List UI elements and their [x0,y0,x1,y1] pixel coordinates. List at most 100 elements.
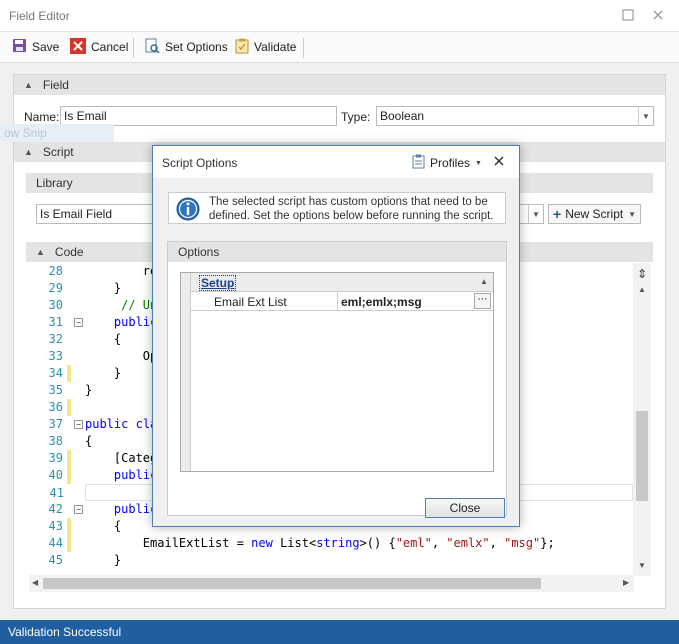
set-options-icon [145,38,160,57]
close-window-icon[interactable] [650,8,666,24]
info-text-line-1: The selected script has custom options t… [209,196,488,208]
scroll-thumb[interactable] [636,411,648,501]
line-number: 44 [48,536,63,550]
line-number: 35 [48,383,63,397]
change-marker [67,518,71,535]
plus-icon: + [553,206,562,222]
library-select-value: Is Email Field [40,207,113,221]
code-text: Op [85,349,158,363]
code-text: } [85,281,122,295]
chevron-down-icon[interactable]: ▼ [638,107,653,125]
fold-toggle-icon[interactable]: − [74,420,83,429]
line-number: 36 [48,400,63,414]
set-options-label: Set Options [165,40,228,54]
grid-category-setup[interactable]: Setup [199,275,237,291]
profiles-button[interactable]: Profiles ▼ [412,154,482,172]
chevron-down-icon[interactable]: ▼ [628,210,636,219]
code-text: } [85,383,93,397]
type-select[interactable]: Boolean ▼ [376,106,654,126]
validate-button[interactable]: Validate [235,38,296,56]
profiles-label: Profiles [430,156,471,170]
line-number: 33 [48,349,63,363]
grid-property-name: Email Ext List [214,295,287,309]
line-number: 41 [49,486,64,500]
line-number: 37 [48,417,63,431]
grid-column-divider [337,292,338,311]
ellipsis-button[interactable]: ⋯ [474,293,491,309]
collapse-icon: ▲ [36,247,45,257]
scroll-right-icon[interactable]: ▶ [623,578,629,587]
type-label: Type: [341,110,371,124]
name-field[interactable]: Is Email [60,106,337,126]
script-group-title: Script [42,145,74,159]
options-group: Options Setup ▲ Email Ext List eml;emlx;… [167,241,507,516]
code-text: [Categ [85,451,158,465]
grid-category-row[interactable]: Setup ▲ [181,273,493,292]
fold-toggle-icon[interactable]: − [74,505,83,514]
new-script-button[interactable]: + New Script ▼ [548,204,641,224]
code-text: { [85,434,93,448]
horizontal-scrollbar[interactable]: ◀ ▶ [29,575,634,592]
property-grid[interactable]: Setup ▲ Email Ext List eml;emlx;msg ⋯ [180,272,494,472]
scroll-left-icon[interactable]: ◀ [32,578,38,587]
field-group-header[interactable]: ▲ Field [14,75,665,95]
info-icon [176,197,200,224]
code-text: re [85,264,158,278]
line-number: 40 [48,468,63,482]
collapse-icon[interactable]: ▲ [480,277,488,286]
scroll-thumb[interactable] [43,578,541,589]
info-box: The selected script has custom options t… [168,192,506,224]
options-group-title: Options [178,245,220,259]
change-marker [67,399,71,416]
line-number: 42 [48,502,63,516]
code-line[interactable]: 45 } [29,552,634,569]
code-text: { [85,332,122,346]
toolbar: Save Cancel Set Options Validate [0,32,679,63]
grid-property-row[interactable]: Email Ext List eml;emlx;msg ⋯ [181,292,493,311]
scroll-down-icon[interactable]: ▼ [638,561,646,570]
validate-label: Validate [254,40,297,54]
type-select-value: Boolean [380,109,425,123]
line-number: 28 [48,264,63,278]
grid-property-value[interactable]: eml;emlx;msg [341,295,422,309]
save-label: Save [32,40,60,54]
close-dialog-icon[interactable] [493,155,505,170]
window-titlebar: Field Editor [0,0,679,32]
fold-toggle-icon[interactable]: − [74,318,83,327]
validate-icon [235,38,249,57]
code-text: } [85,366,122,380]
code-group-title: Code [54,245,84,259]
line-number: 31 [48,315,63,329]
line-number: 30 [48,298,63,312]
dialog-titlebar: Script Options Profiles ▼ [153,146,519,178]
split-icon[interactable]: ⇕ [637,267,647,281]
chevron-down-icon[interactable]: ▼ [528,205,543,223]
name-label: Name: [24,110,60,124]
cancel-label: Cancel [91,40,129,54]
line-number: 43 [48,519,63,533]
status-text: Validation Successful [8,625,122,639]
line-number: 32 [48,332,63,346]
script-options-dialog: Script Options Profiles ▼ The selected s… [152,145,520,527]
code-line[interactable]: 44 EmailExtList = new List<string>() {"e… [29,535,634,552]
window-title: Field Editor [9,9,70,23]
change-marker [67,535,71,552]
dialog-body: The selected script has custom options t… [153,178,519,526]
line-number: 34 [48,366,63,380]
toolbar-separator [133,38,134,58]
vertical-scrollbar[interactable]: ⇕ ▲ ▼ [633,263,651,576]
line-number: 38 [48,434,63,448]
maximize-icon[interactable] [620,8,636,24]
line-number: 39 [48,451,63,465]
cancel-icon [70,37,86,57]
code-text: { [85,519,122,533]
cancel-button[interactable]: Cancel [70,37,129,57]
set-options-button[interactable]: Set Options [145,38,228,56]
change-marker [67,450,71,467]
close-button[interactable]: Close [425,498,505,518]
scroll-up-icon[interactable]: ▲ [638,285,646,294]
grid-margin [181,273,191,471]
code-text: public [113,315,158,329]
save-button[interactable]: Save [12,38,59,56]
chevron-down-icon: ▼ [475,159,482,167]
